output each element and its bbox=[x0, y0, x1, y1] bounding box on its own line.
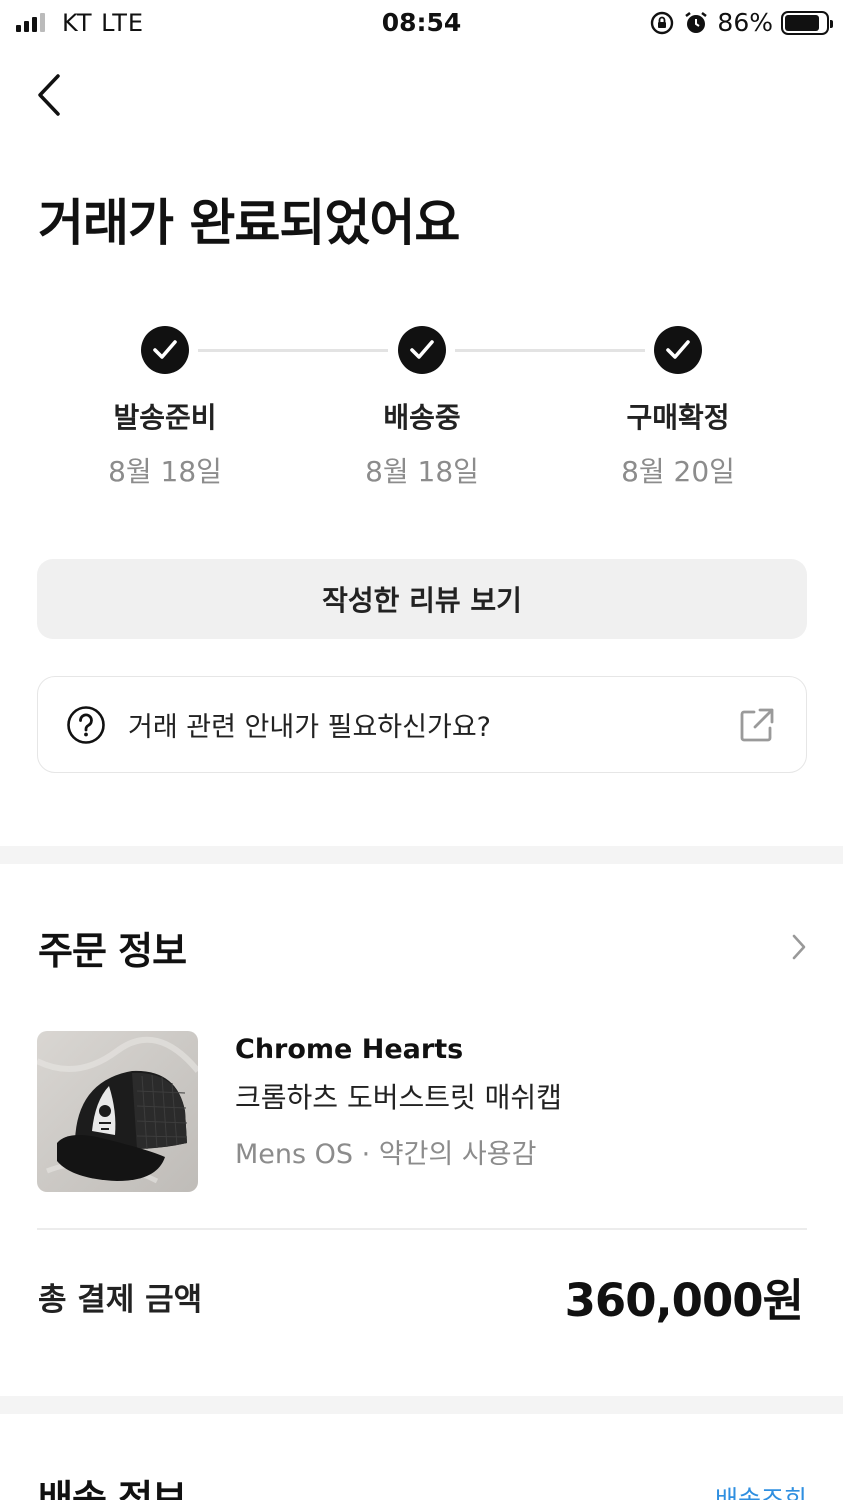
step-label: 발송준비 bbox=[113, 401, 217, 434]
back-button[interactable] bbox=[28, 70, 72, 120]
step-date: 8월 20일 bbox=[621, 455, 735, 488]
divider-line bbox=[37, 1228, 807, 1230]
order-info-chevron[interactable] bbox=[789, 932, 809, 962]
battery-percent: 86% bbox=[717, 8, 773, 37]
alarm-icon bbox=[685, 11, 708, 33]
step-purchase-confirmed: 구매확정 8월 20일 bbox=[578, 326, 778, 490]
view-review-button[interactable]: 작성한 리뷰 보기 bbox=[37, 559, 807, 639]
chevron-left-icon bbox=[38, 74, 60, 116]
order-progress: 발송준비 8월 18일 배송중 8월 18일 구매확정 8월 20일 bbox=[0, 326, 843, 496]
battery-icon bbox=[781, 10, 833, 35]
section-divider bbox=[0, 846, 843, 864]
product-name: 크롬하츠 도버스트릿 매쉬캡 bbox=[235, 1081, 562, 1114]
step-shipping-ready: 발송준비 8월 18일 bbox=[65, 326, 265, 490]
step-in-transit: 배송중 8월 18일 bbox=[322, 326, 522, 490]
status-right: 86% bbox=[649, 8, 833, 37]
battery-fill bbox=[785, 14, 820, 31]
step-date: 8월 18일 bbox=[365, 455, 479, 488]
step-label: 배송중 bbox=[383, 401, 461, 434]
help-text: 거래 관련 안내가 필요하신가요? bbox=[128, 712, 491, 743]
check-icon bbox=[141, 326, 189, 374]
trade-help-banner[interactable]: 거래 관련 안내가 필요하신가요? bbox=[37, 676, 807, 773]
question-circle-icon bbox=[67, 705, 105, 744]
total-label: 총 결제 금액 bbox=[38, 1282, 203, 1318]
tracking-link[interactable]: 배송조회 bbox=[715, 1480, 807, 1500]
page-title: 거래가 완료되었어요 bbox=[38, 194, 460, 252]
step-date: 8월 18일 bbox=[108, 455, 222, 488]
chevron-right-icon bbox=[792, 934, 806, 960]
total-value: 360,000원 bbox=[564, 1274, 804, 1327]
external-link-icon bbox=[740, 708, 774, 741]
shipping-info-title: 배송 정보 bbox=[38, 1477, 187, 1500]
rotation-lock-icon bbox=[651, 11, 674, 34]
step-label: 구매확정 bbox=[626, 401, 730, 434]
section-divider bbox=[0, 1396, 843, 1414]
product-image[interactable] bbox=[37, 1031, 198, 1192]
check-icon bbox=[654, 326, 702, 374]
product-meta: Mens OS · 약간의 사용감 bbox=[235, 1139, 537, 1170]
product-brand: Chrome Hearts bbox=[235, 1034, 464, 1065]
check-icon bbox=[398, 326, 446, 374]
status-bar: KT LTE 08:54 86% bbox=[0, 0, 843, 48]
order-info-title: 주문 정보 bbox=[38, 929, 187, 973]
